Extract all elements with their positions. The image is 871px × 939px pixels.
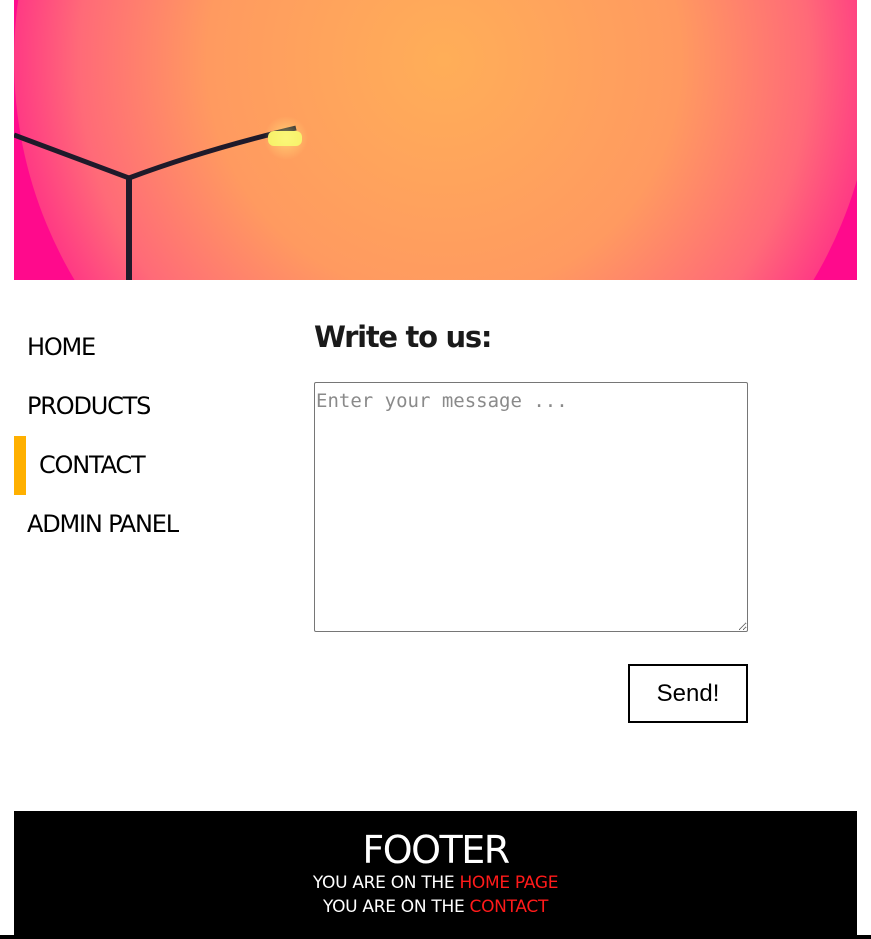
active-indicator <box>14 436 26 495</box>
nav-item-products[interactable]: PRODUCTS <box>14 377 274 436</box>
footer-line: YOU ARE ON THE CONTACT <box>14 895 857 919</box>
sidebar-nav: HOME PRODUCTS CONTACT ADMIN PANEL <box>14 318 274 554</box>
sunset-streetlamp-illustration <box>14 0 857 280</box>
page: HOME PRODUCTS CONTACT ADMIN PANEL Write … <box>0 0 871 939</box>
send-button[interactable]: Send! <box>628 664 748 723</box>
nav-item-label: PRODUCTS <box>27 392 151 420</box>
page-title: Write to us: <box>314 320 492 354</box>
footer-link-home-page[interactable]: HOME PAGE <box>459 873 558 893</box>
header-banner-image <box>14 0 857 280</box>
nav-item-home[interactable]: HOME <box>14 318 274 377</box>
footer-title: FOOTER <box>362 828 510 872</box>
message-textarea[interactable] <box>314 382 748 632</box>
nav-item-label: CONTACT <box>39 451 146 479</box>
footer-line-prefix: YOU ARE ON THE <box>312 873 455 893</box>
footer-line: YOU ARE ON THE HOME PAGE <box>14 871 857 895</box>
nav-item-admin-panel[interactable]: ADMIN PANEL <box>14 495 274 554</box>
bottom-divider <box>0 935 871 939</box>
footer-line-prefix: YOU ARE ON THE <box>322 897 465 917</box>
nav-item-label: ADMIN PANEL <box>27 510 179 538</box>
footer: FOOTER YOU ARE ON THE HOME PAGE YOU ARE … <box>14 811 857 935</box>
nav-item-label: HOME <box>27 333 96 361</box>
nav-item-contact[interactable]: CONTACT <box>14 436 274 495</box>
footer-link-contact[interactable]: CONTACT <box>470 897 549 917</box>
